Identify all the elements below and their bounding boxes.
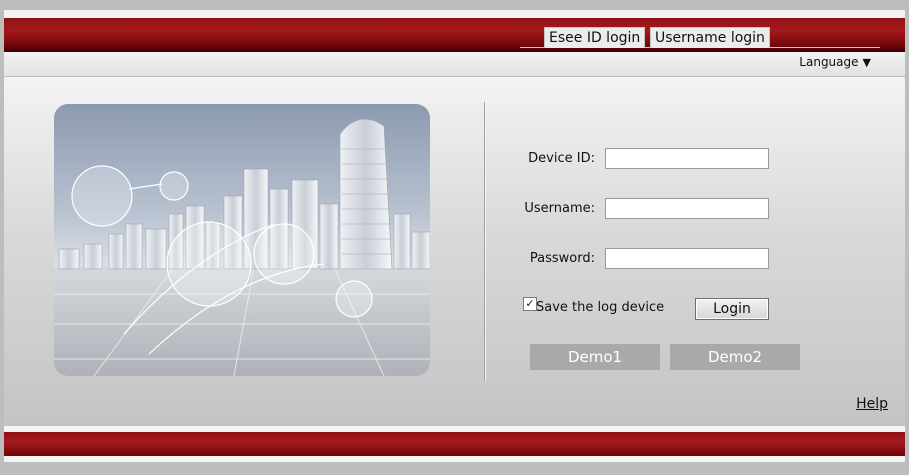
city-skyline-image (54, 104, 430, 376)
device-id-label: Device ID: (528, 151, 595, 166)
help-link[interactable]: Help (856, 396, 888, 412)
top-border (0, 0, 909, 10)
tab-username-login[interactable]: Username login (650, 27, 770, 48)
login-button[interactable]: Login (695, 298, 769, 320)
language-label: Language (799, 55, 859, 69)
language-selector[interactable]: Language ▼ (799, 55, 871, 69)
tab-esee-id-login[interactable]: Esee ID login (544, 27, 646, 48)
login-page: Language ▼ Esee ID login Username login … (0, 0, 909, 475)
password-label: Password: (529, 251, 595, 266)
save-device-label: Save the log device (536, 300, 665, 315)
bottom-highlight-lower (4, 456, 905, 462)
skyline-illustration (54, 118, 430, 376)
top-highlight (4, 10, 905, 18)
language-bar: Language ▼ (4, 52, 905, 77)
username-label: Username: (524, 201, 595, 216)
panel-divider (484, 102, 485, 382)
main-panel (4, 77, 905, 426)
dropdown-arrow-icon: ▼ (862, 56, 871, 69)
demo1-button[interactable]: Demo1 (530, 344, 660, 370)
footer-banner (4, 432, 905, 456)
login-tabs: Esee ID login Username login (520, 27, 880, 48)
demo2-button[interactable]: Demo2 (670, 344, 800, 370)
password-input[interactable] (605, 248, 769, 269)
username-input[interactable] (605, 198, 769, 219)
device-id-input[interactable] (605, 148, 769, 169)
save-device-checkbox[interactable]: ✓ (523, 297, 537, 311)
